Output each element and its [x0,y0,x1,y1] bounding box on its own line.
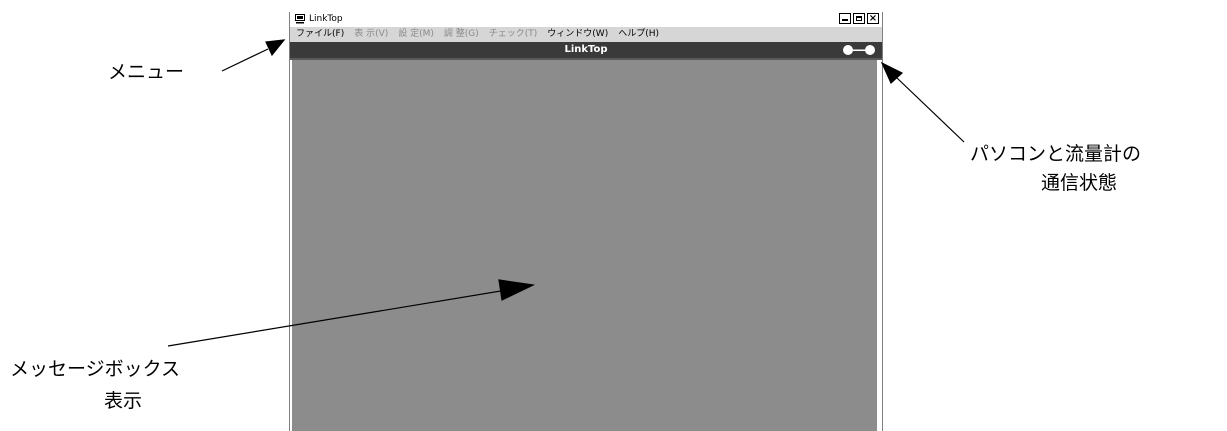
annotation-connection-line1: パソコンと流量計の [970,143,1142,165]
menu-window[interactable]: ウィンドウ(W) [547,28,608,41]
menu-check[interactable]: チェック(T) [489,28,538,41]
menu-settings[interactable]: 設 定(M) [398,28,434,41]
menu-file[interactable]: ファイル(F) [296,28,344,41]
annotation-menu: メニュー [108,61,185,83]
menu-help[interactable]: ヘルプ(H) [618,28,659,41]
connection-status-icon [843,45,875,55]
annotation-message-line1: メッセージボックス [10,358,181,380]
app-icon [295,14,305,24]
close-button[interactable]: × [867,13,879,24]
menu-bar: ファイル(F) 表 示(V) 設 定(M) 調 整(G) チェック(T) ウィン… [290,27,882,42]
minimize-button[interactable] [839,13,851,24]
title-bar[interactable]: LinkTop × [290,12,882,27]
annotation-message-line2: 表示 [104,390,143,412]
app-window: LinkTop × ファイル(F) 表 示(V) 設 定(M) 調 整(G) チ… [289,12,883,431]
arrow-to-status [880,61,965,143]
maximize-button[interactable] [853,13,865,24]
window-title: LinkTop [309,14,343,24]
message-box [292,60,877,431]
app-header: LinkTop [290,42,882,60]
menu-view[interactable]: 表 示(V) [354,28,388,41]
menu-adjust[interactable]: 調 整(G) [444,28,479,41]
annotation-connection-line2: 通信状態 [1041,172,1118,194]
arrow-to-menu [221,39,286,72]
header-title: LinkTop [564,44,608,55]
